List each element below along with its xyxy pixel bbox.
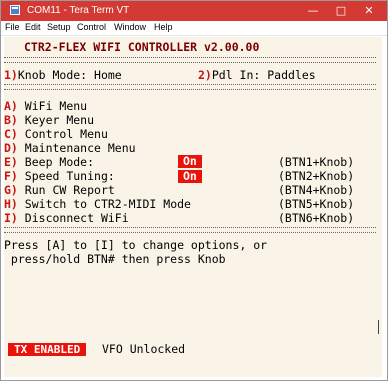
item-key: E): [4, 155, 18, 169]
menu-setup[interactable]: Setup: [47, 22, 71, 32]
option-key: 2): [198, 68, 212, 82]
speed-tuning-value: On: [178, 170, 202, 183]
item-label: Disconnect WiFi: [24, 211, 129, 225]
beep-mode-value: On: [178, 155, 202, 168]
menu-item-keyer: B) Keyer Menu: [4, 113, 94, 127]
menu-item-speed-tuning: F) Speed Tuning:: [4, 169, 115, 183]
option-text: Pdl In: Paddles: [211, 68, 316, 82]
cw-report-hint: (BTN4+Knob): [278, 183, 355, 197]
divider: [4, 57, 376, 63]
disconnect-wifi-hint: (BTN6+Knob): [278, 211, 355, 225]
close-button[interactable]: ✕: [355, 1, 383, 21]
menu-item-midi-mode: H) Switch to CTR2-MIDI Mode: [4, 197, 191, 211]
menu-window[interactable]: Window: [114, 22, 146, 32]
item-key: B): [4, 113, 18, 127]
item-label: Run CW Report: [24, 183, 115, 197]
beep-mode-hint: (BTN1+Knob): [278, 155, 355, 169]
vfo-status: VFO Unlocked: [102, 342, 186, 356]
menu-item-maintenance: D) Maintenance Menu: [4, 141, 136, 155]
menu-item-control: C) Control Menu: [4, 127, 108, 141]
item-label: Switch to CTR2-MIDI Mode: [24, 197, 191, 211]
divider: [4, 227, 376, 233]
item-label: Beep Mode:: [24, 155, 95, 169]
text-cursor: [378, 320, 379, 334]
item-label: WiFi Menu: [24, 99, 88, 113]
item-key: C): [4, 127, 18, 141]
menu-item-disconnect-wifi: I) Disconnect WiFi: [4, 211, 129, 225]
midi-mode-hint: (BTN5+Knob): [278, 197, 355, 211]
speed-tuning-hint: (BTN2+Knob): [278, 169, 355, 183]
menu-help[interactable]: Help: [154, 22, 173, 32]
title-bar: COM11 - Tera Term VT — □ ✕: [1, 1, 387, 21]
tx-enabled-badge: TX ENABLED: [8, 343, 87, 356]
item-key: G): [4, 183, 18, 197]
menu-item-beep-mode: E) Beep Mode:: [4, 155, 94, 169]
item-key: H): [4, 197, 18, 211]
option-paddle-input: 2)Pdl In: Paddles: [198, 68, 316, 82]
divider: [4, 84, 376, 90]
item-label: Control Menu: [24, 127, 108, 141]
menu-bar: File Edit Setup Control Window Help: [1, 21, 387, 36]
item-label: Keyer Menu: [24, 113, 95, 127]
app-icon: [10, 5, 20, 15]
item-key: D): [4, 141, 18, 155]
maximize-button[interactable]: □: [327, 1, 355, 21]
minimize-button[interactable]: —: [299, 1, 327, 21]
item-key: A): [4, 99, 18, 113]
instructions-line-1: Press [A] to [I] to change options, or: [4, 238, 268, 252]
controller-heading: CTR2-FLEX WIFI CONTROLLER v2.00.00: [24, 40, 260, 54]
option-key: 1): [4, 68, 18, 82]
terminal-screen[interactable]: CTR2-FLEX WIFI CONTROLLER v2.00.00 1)Kno…: [4, 37, 382, 377]
terminal-window: COM11 - Tera Term VT — □ ✕ File Edit Set…: [0, 0, 388, 381]
window-title: COM11 - Tera Term VT: [27, 5, 130, 16]
item-key: F): [4, 169, 18, 183]
menu-control[interactable]: Control: [77, 22, 106, 32]
option-text: Knob Mode: Home: [17, 68, 122, 82]
menu-file[interactable]: File: [5, 22, 20, 32]
menu-item-cw-report: G) Run CW Report: [4, 183, 115, 197]
item-key: I): [4, 211, 18, 225]
menu-item-wifi: A) WiFi Menu: [4, 99, 87, 113]
option-knob-mode: 1)Knob Mode: Home: [4, 68, 122, 82]
item-label: Speed Tuning:: [24, 169, 115, 183]
item-label: Maintenance Menu: [24, 141, 136, 155]
instructions-line-2: press/hold BTN# then press Knob: [4, 252, 226, 266]
menu-edit[interactable]: Edit: [25, 22, 41, 32]
